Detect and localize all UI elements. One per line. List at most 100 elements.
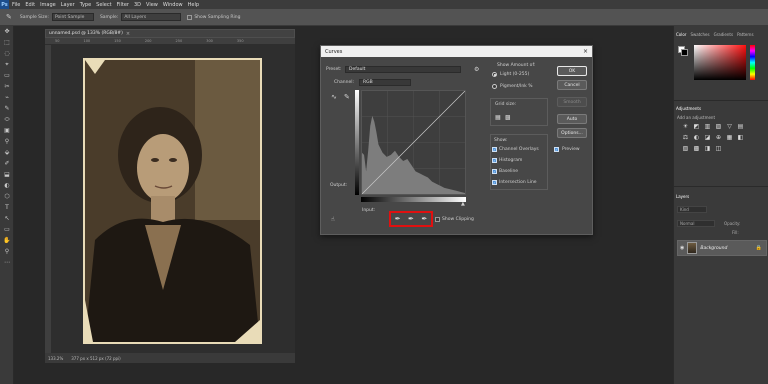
tool-icon-3[interactable]: ⌖	[0, 59, 14, 70]
pencil-tool-icon[interactable]: ✎	[344, 93, 350, 101]
tab-patterns[interactable]: Patterns	[737, 32, 753, 37]
tool-icon-5[interactable]: ✂	[0, 81, 14, 92]
white-point-eyedropper-icon[interactable]: ✒	[421, 215, 427, 223]
tool-icon-14[interactable]: ◐	[0, 180, 14, 191]
menu-window[interactable]: Window	[163, 2, 183, 8]
gradient-map-icon[interactable]: ◨	[702, 145, 713, 153]
eyedropper-tool-icon[interactable]: ✎	[6, 13, 12, 21]
intersection-line-checkbox[interactable]: ✓	[492, 180, 497, 185]
sample-size-select[interactable]: Point Sample	[51, 13, 94, 21]
grid-detailed-icon[interactable]: ▩	[505, 114, 511, 121]
channel-mixer-icon[interactable]: ⊕	[713, 134, 724, 142]
menu-select[interactable]: Select	[96, 2, 111, 8]
black-point-eyedropper-icon[interactable]: ✒	[395, 215, 401, 223]
tool-icon-2[interactable]: ◌	[0, 48, 14, 59]
exposure-icon[interactable]: ▨	[713, 123, 724, 131]
lookup-icon[interactable]: ▦	[724, 134, 735, 142]
menu-type[interactable]: Type	[80, 2, 91, 8]
pigment-radio[interactable]	[492, 84, 497, 89]
tab-color[interactable]: Color	[676, 32, 686, 37]
tool-icon-6[interactable]: ⌁	[0, 92, 14, 103]
tool-icon-0[interactable]: ✥	[0, 26, 14, 37]
levels-icon[interactable]: ▥	[702, 123, 713, 131]
threshold-icon[interactable]: ▩	[691, 145, 702, 153]
menu-view[interactable]: View	[146, 2, 158, 8]
layer-row-background[interactable]: ◉ Background 🔒	[677, 240, 767, 256]
brightness-icon[interactable]: ☀	[680, 123, 691, 131]
tool-icon-20[interactable]: ⚲	[0, 246, 14, 257]
curves-graph[interactable]	[361, 90, 466, 195]
tool-icon-1[interactable]: ⬚	[0, 37, 14, 48]
color-picker-field[interactable]	[694, 45, 746, 80]
options-button[interactable]: Options...	[557, 128, 587, 138]
adjustments-panel-tabs: Adjustments	[676, 104, 701, 112]
balance-icon[interactable]: ⚖	[680, 134, 691, 142]
baseline-checkbox[interactable]: ✓	[492, 169, 497, 174]
bw-icon[interactable]: ◐	[691, 134, 702, 142]
photo-filter-icon[interactable]: ◪	[702, 134, 713, 142]
tool-icon-16[interactable]: T	[0, 202, 14, 213]
vibrance-icon[interactable]: ▽	[724, 123, 735, 131]
white-point-slider-icon[interactable]: ▲	[461, 201, 465, 207]
hue-icon[interactable]: ▤	[735, 123, 746, 131]
grid-simple-icon[interactable]: ▦	[495, 114, 501, 121]
curve-point-tool-icon[interactable]: ∿	[331, 93, 337, 101]
selective-color-icon[interactable]: ◫	[713, 145, 724, 153]
cancel-button[interactable]: Cancel	[557, 80, 587, 90]
layer-kind-filter[interactable]: Kind	[677, 206, 707, 213]
tool-icon-9[interactable]: ▣	[0, 125, 14, 136]
menu-layer[interactable]: Layer	[61, 2, 75, 8]
lock-icon[interactable]: 🔒	[756, 245, 762, 251]
tab-gradients[interactable]: Gradients	[714, 32, 734, 37]
posterize-icon[interactable]: ▧	[680, 145, 691, 153]
histogram-checkbox[interactable]: ✓	[492, 158, 497, 163]
hue-slider[interactable]	[750, 45, 755, 80]
menu-help[interactable]: Help	[188, 2, 199, 8]
visibility-eye-icon[interactable]: ◉	[680, 245, 684, 251]
tool-icon-18[interactable]: ▭	[0, 224, 14, 235]
on-image-adjust-icon[interactable]: ☝	[331, 216, 335, 223]
zoom-level[interactable]: 133.2%	[48, 356, 63, 361]
tool-icon-13[interactable]: ⬓	[0, 169, 14, 180]
tool-icon-11[interactable]: ⬙	[0, 147, 14, 158]
ok-button[interactable]: OK	[557, 66, 587, 76]
tab-swatches[interactable]: Swatches	[690, 32, 709, 37]
tab-layers[interactable]: Layers	[676, 194, 689, 199]
smooth-button[interactable]: Smooth	[557, 97, 587, 107]
menu-edit[interactable]: Edit	[25, 2, 35, 8]
tool-icon-12[interactable]: ✐	[0, 158, 14, 169]
tool-icon-7[interactable]: ✎	[0, 103, 14, 114]
close-tab-icon[interactable]: ×	[126, 31, 130, 37]
show-sampling-ring-checkbox[interactable]	[187, 14, 193, 20]
document-tab[interactable]: unnamed.psd @ 133% (RGB/8#) ×	[45, 29, 295, 38]
channel-overlays-checkbox[interactable]: ✓	[492, 147, 497, 152]
background-color-swatch[interactable]	[681, 49, 688, 56]
tool-icon-15[interactable]: ⬡	[0, 191, 14, 202]
tool-icon-17[interactable]: ↖	[0, 213, 14, 224]
sample-select[interactable]: All Layers	[121, 13, 182, 21]
invert-icon[interactable]: ◧	[735, 134, 746, 142]
preset-gear-icon[interactable]: ⚙	[474, 66, 479, 73]
tab-adjustments[interactable]: Adjustments	[676, 106, 701, 111]
auto-button[interactable]: Auto	[557, 114, 587, 124]
tool-icon-8[interactable]: ⬭	[0, 114, 14, 125]
tool-icon-10[interactable]: ⚲	[0, 136, 14, 147]
channel-select[interactable]: RGB	[359, 79, 411, 86]
menu-3d[interactable]: 3D	[134, 2, 141, 8]
curves-icon[interactable]: ◩	[691, 123, 702, 131]
curves-titlebar[interactable]: Curves ×	[321, 46, 592, 57]
preset-select[interactable]: Default	[345, 66, 461, 73]
light-radio[interactable]	[492, 72, 497, 77]
tool-icon-21[interactable]: ⋯	[0, 257, 14, 268]
menu-image[interactable]: Image	[40, 2, 56, 8]
menu-filter[interactable]: Filter	[117, 2, 129, 8]
close-dialog-icon[interactable]: ×	[583, 48, 588, 55]
tool-icon-19[interactable]: ✋	[0, 235, 14, 246]
blend-mode-select[interactable]: Normal	[677, 220, 715, 227]
tool-icon-4[interactable]: ▭	[0, 70, 14, 81]
gray-point-eyedropper-icon[interactable]: ✒	[408, 215, 414, 223]
show-clipping-checkbox[interactable]	[435, 217, 440, 222]
menu-file[interactable]: File	[12, 2, 20, 8]
portrait-photo[interactable]	[83, 58, 262, 344]
preview-checkbox[interactable]: ✓	[554, 147, 559, 152]
